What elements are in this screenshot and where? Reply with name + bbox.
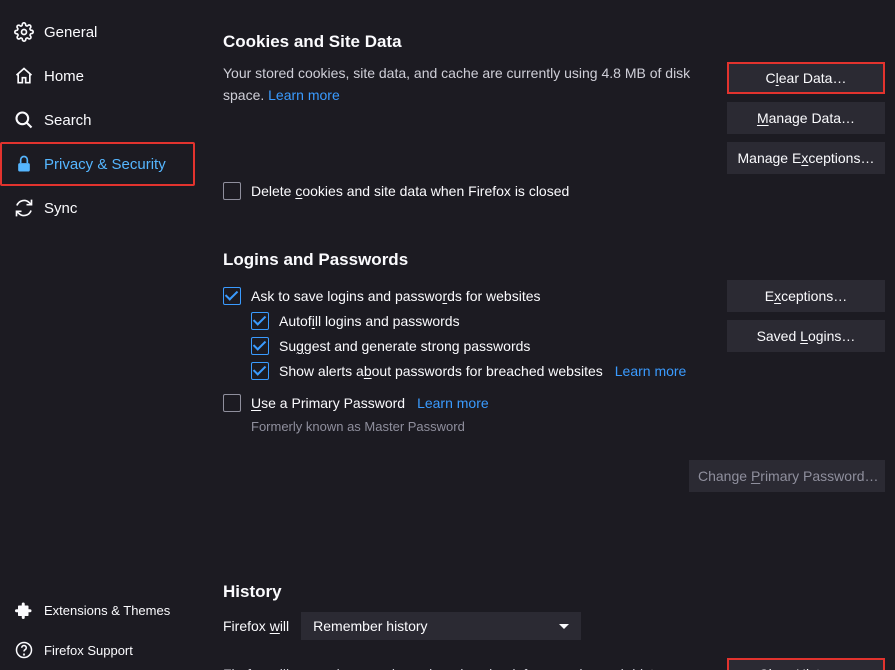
- help-icon: [14, 640, 34, 660]
- delete-cookies-checkbox[interactable]: [223, 182, 241, 200]
- sidebar-label: Sync: [44, 200, 77, 217]
- history-mode-select[interactable]: Remember history: [301, 612, 581, 640]
- history-description: Firefox will remember your browsing, dow…: [223, 663, 727, 670]
- section-title-logins: Logins and Passwords: [223, 250, 885, 270]
- alerts-learn-more-link[interactable]: Learn more: [615, 363, 687, 379]
- autofill-checkbox[interactable]: [251, 312, 269, 330]
- search-icon: [14, 110, 34, 130]
- sidebar-item-support[interactable]: Firefox Support: [0, 630, 195, 670]
- gear-icon: [14, 22, 34, 42]
- saved-logins-button[interactable]: Saved Logins…: [727, 320, 885, 352]
- primary-password-checkbox[interactable]: [223, 394, 241, 412]
- sidebar-item-home[interactable]: Home: [0, 54, 195, 98]
- sidebar-label: Search: [44, 112, 92, 129]
- alerts-checkbox[interactable]: [251, 362, 269, 380]
- sidebar: General Home Search Privacy & Security S…: [0, 0, 195, 670]
- suggest-checkbox[interactable]: [251, 337, 269, 355]
- sync-icon: [14, 198, 34, 218]
- sidebar-label: Home: [44, 68, 84, 85]
- alerts-label: Show alerts about passwords for breached…: [279, 363, 603, 379]
- suggest-label: Suggest and generate strong passwords: [279, 338, 530, 354]
- cookies-description: Your stored cookies, site data, and cach…: [223, 62, 727, 107]
- main-panel: Cookies and Site Data Your stored cookie…: [195, 0, 895, 670]
- autofill-label: Autofill logins and passwords: [279, 313, 460, 329]
- section-title-history: History: [223, 582, 885, 602]
- formerly-note: Formerly known as Master Password: [251, 419, 727, 434]
- sidebar-label: Privacy & Security: [44, 156, 166, 173]
- sidebar-label: Extensions & Themes: [44, 603, 170, 618]
- puzzle-icon: [14, 600, 34, 620]
- primary-password-label: Use a Primary Password: [251, 395, 405, 411]
- sidebar-item-general[interactable]: General: [0, 10, 195, 54]
- change-primary-password-button: Change Primary Password…: [689, 460, 885, 492]
- history-mode-value: Remember history: [313, 618, 427, 634]
- sidebar-item-extensions[interactable]: Extensions & Themes: [0, 590, 195, 630]
- sidebar-item-sync[interactable]: Sync: [0, 186, 195, 230]
- sidebar-item-search[interactable]: Search: [0, 98, 195, 142]
- manage-exceptions-button[interactable]: Manage Exceptions…: [727, 142, 885, 174]
- cookies-learn-more-link[interactable]: Learn more: [268, 87, 340, 103]
- ask-save-checkbox[interactable]: [223, 287, 241, 305]
- sidebar-item-privacy[interactable]: Privacy & Security: [0, 142, 195, 186]
- exceptions-button[interactable]: Exceptions…: [727, 280, 885, 312]
- chevron-down-icon: [559, 624, 569, 629]
- clear-data-button[interactable]: Clear Data…: [727, 62, 885, 94]
- home-icon: [14, 66, 34, 86]
- clear-history-button[interactable]: Clear History…: [727, 658, 885, 670]
- sidebar-label: Firefox Support: [44, 643, 133, 658]
- primary-learn-more-link[interactable]: Learn more: [417, 395, 489, 411]
- sidebar-label: General: [44, 24, 97, 41]
- lock-icon: [14, 154, 34, 174]
- delete-cookies-label: Delete cookies and site data when Firefo…: [251, 183, 569, 199]
- section-title-cookies: Cookies and Site Data: [223, 32, 885, 52]
- ask-save-label: Ask to save logins and passwords for web…: [251, 288, 541, 304]
- manage-data-button[interactable]: Manage Data…: [727, 102, 885, 134]
- history-will-label: Firefox will: [223, 618, 289, 634]
